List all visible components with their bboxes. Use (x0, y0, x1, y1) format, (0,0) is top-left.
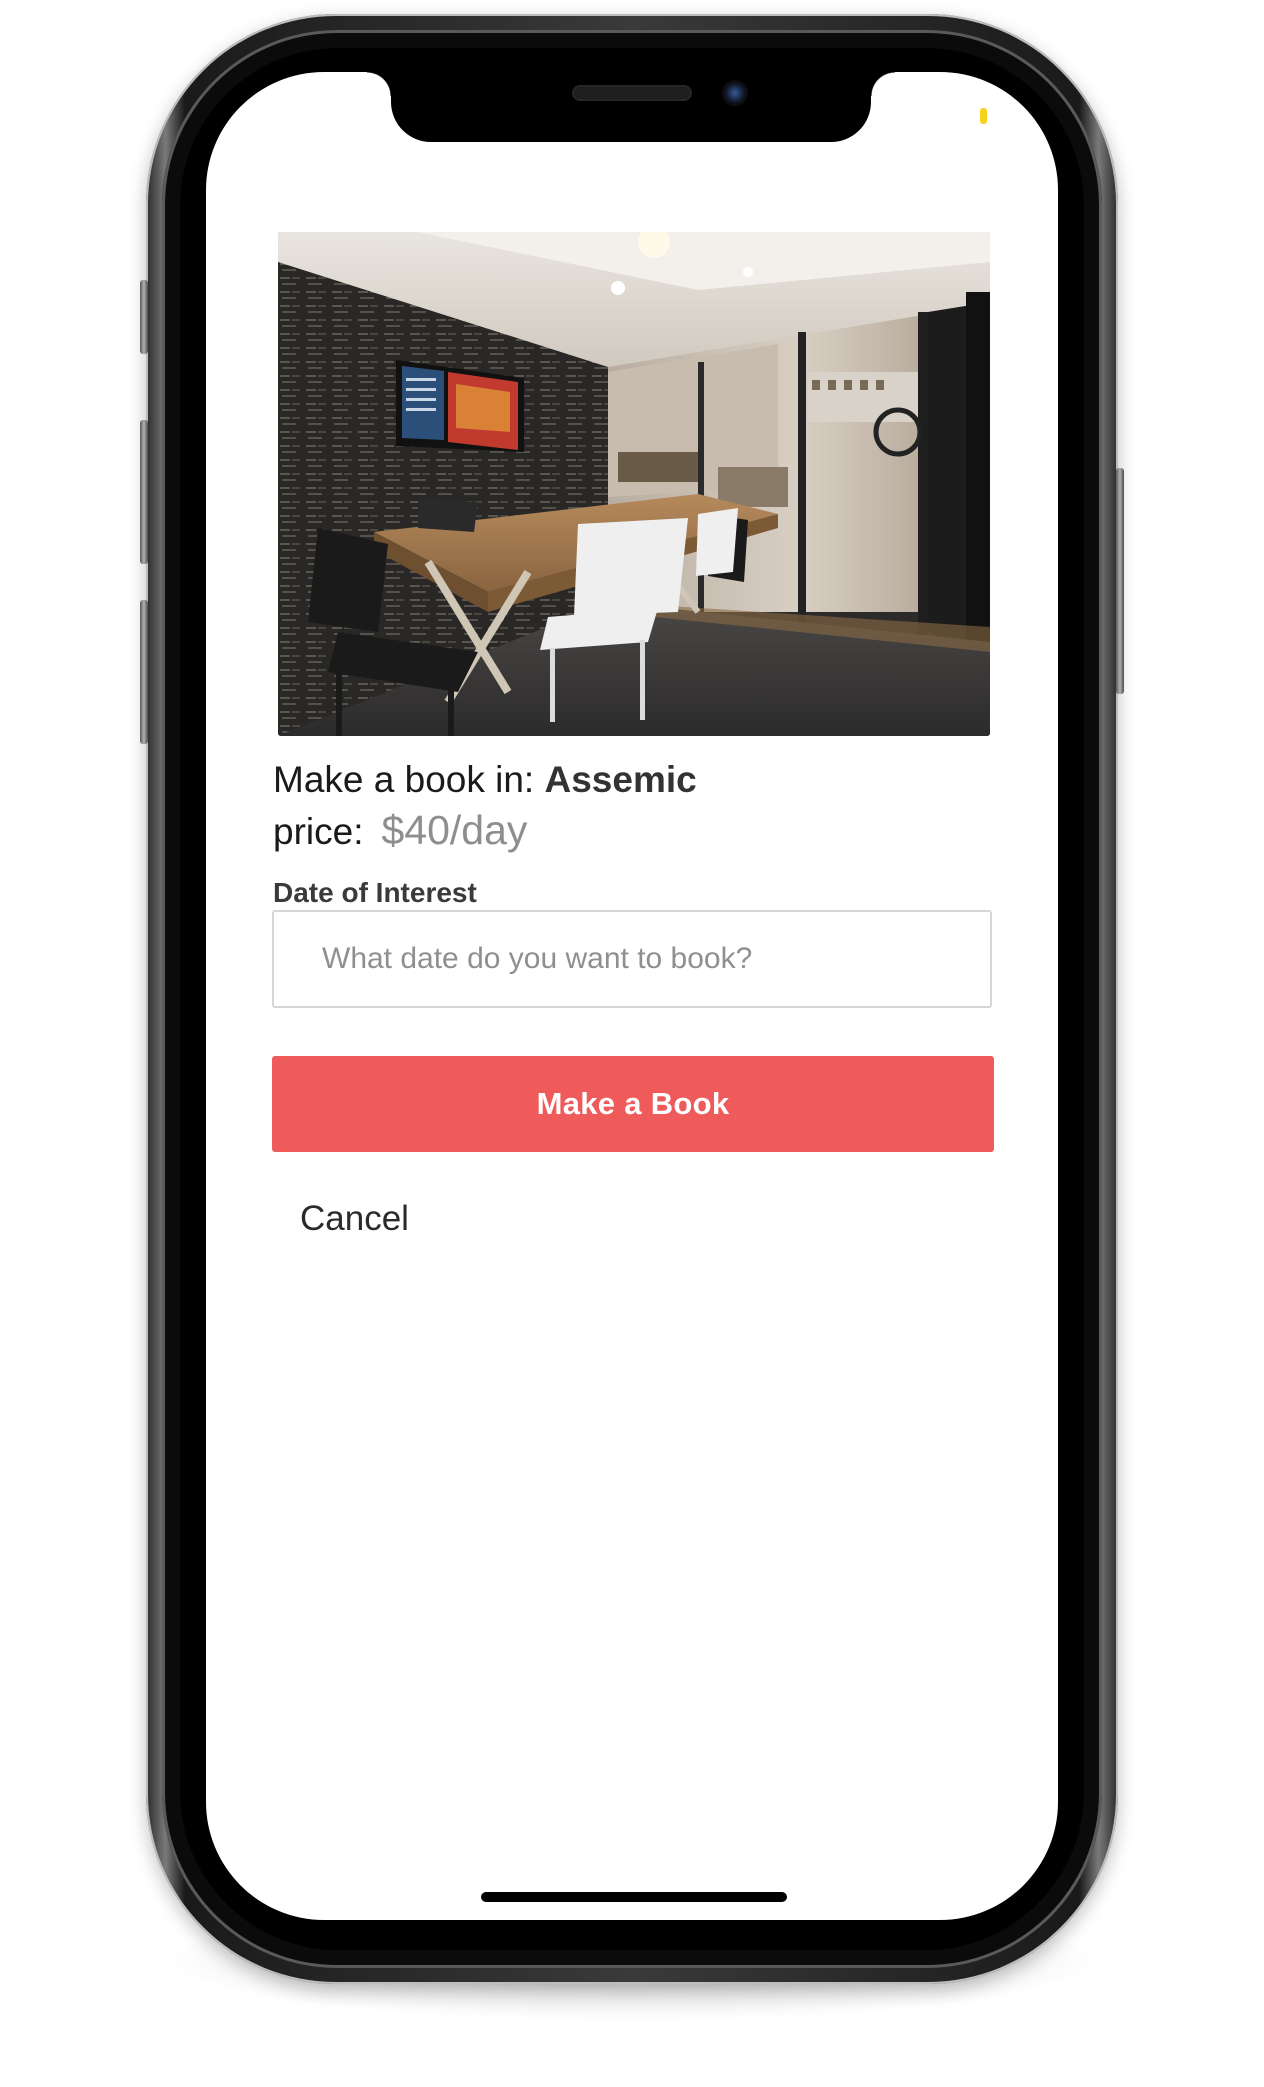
device-mockup: Make a book in: Assemic price: $40/day Da… (0, 0, 1264, 2087)
volume-up-button (140, 420, 148, 564)
venue-name: Assemic (544, 759, 697, 800)
cancel-button[interactable]: Cancel (300, 1196, 409, 1242)
booking-heading: Make a book in: Assemic (273, 756, 697, 804)
price-value: $40/day (381, 807, 528, 853)
price-row: price: $40/day (273, 806, 527, 856)
booking-prefix: Make a book in: (273, 759, 535, 800)
speaker-grille (572, 85, 692, 101)
volume-down-button (140, 600, 148, 744)
meeting-room-illustration (278, 232, 990, 736)
price-label: price: (273, 811, 364, 852)
power-button (1116, 468, 1124, 694)
status-indicator (980, 108, 987, 124)
notch (367, 72, 895, 142)
home-indicator[interactable] (481, 1892, 787, 1902)
mute-switch (140, 280, 148, 354)
front-camera-icon (722, 80, 748, 106)
date-of-interest-input[interactable] (272, 910, 992, 1008)
make-a-book-button[interactable]: Make a Book (272, 1056, 994, 1152)
date-field-label: Date of Interest (273, 877, 477, 908)
meeting-room-photo (278, 232, 990, 736)
